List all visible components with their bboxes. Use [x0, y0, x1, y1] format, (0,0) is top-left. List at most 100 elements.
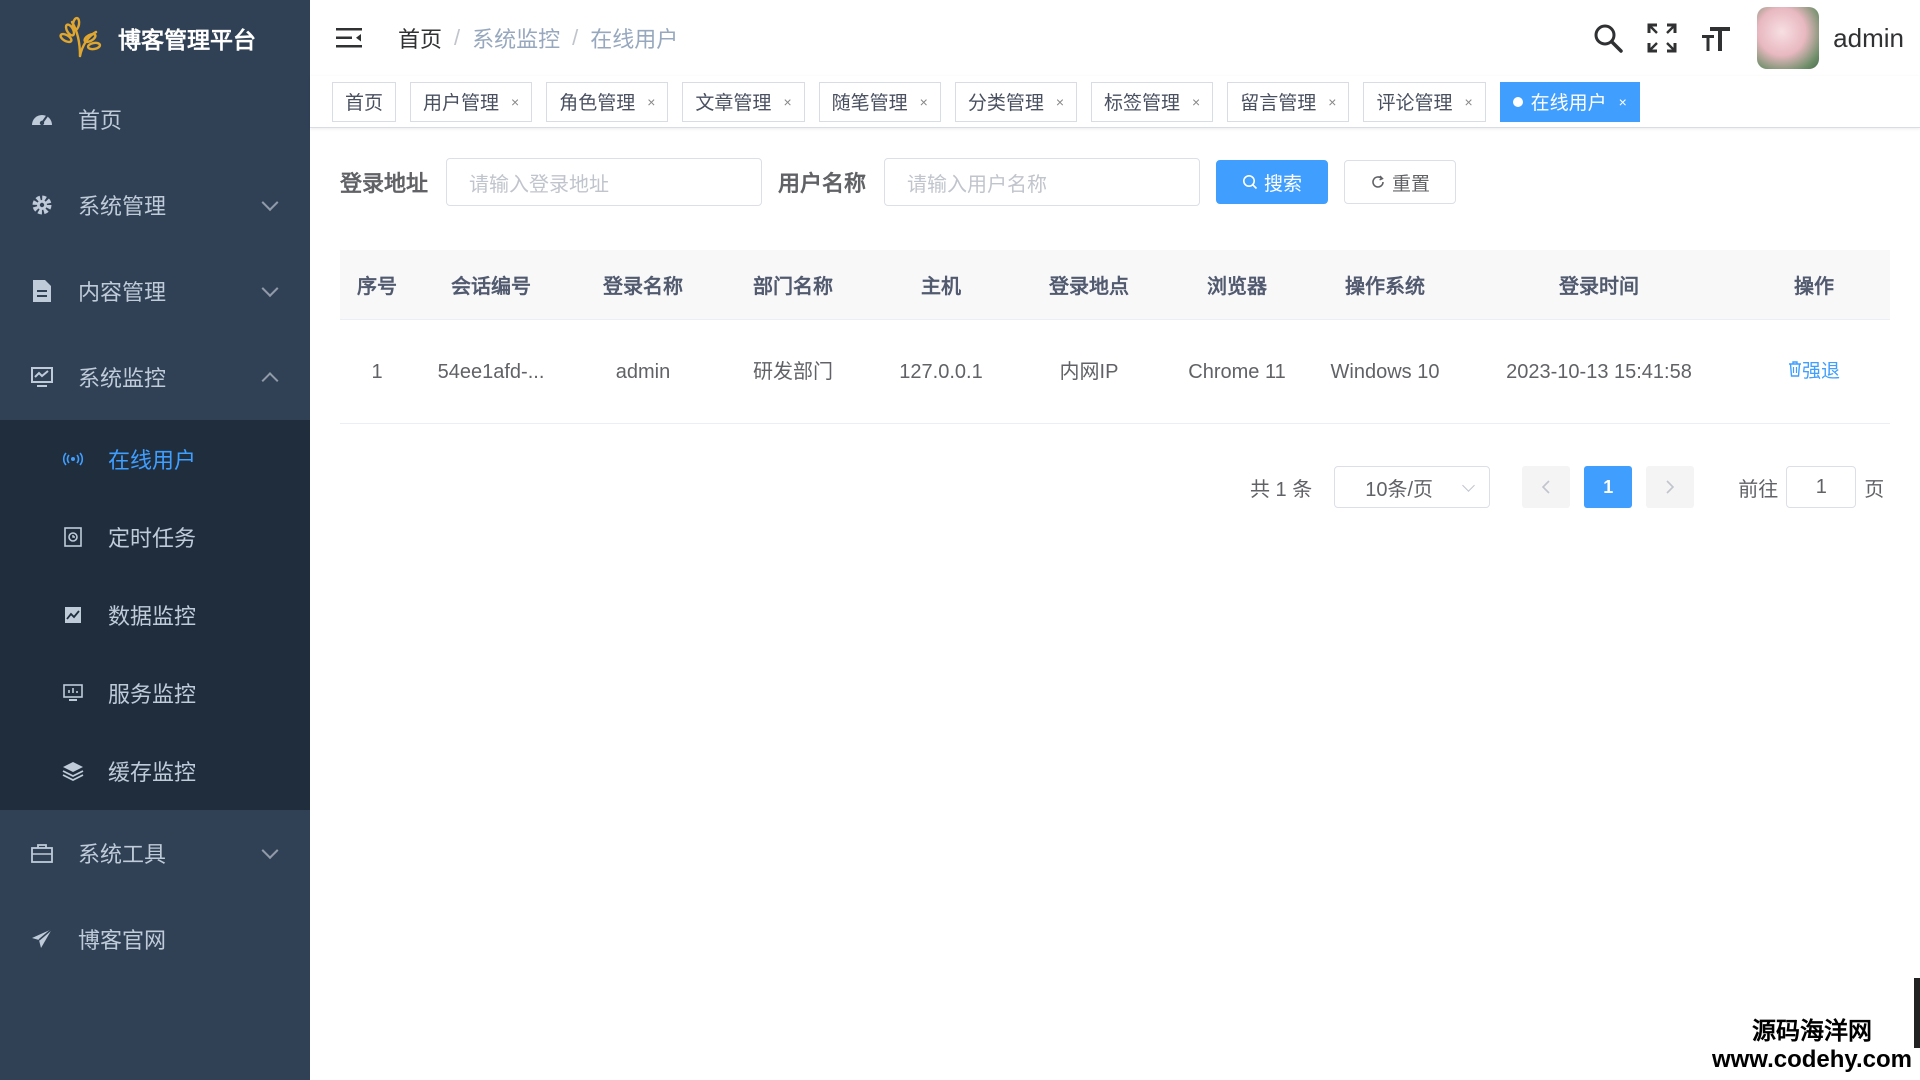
breadcrumb-monitor: 系统监控 [472, 27, 561, 52]
right-menu: admin [1591, 0, 1904, 76]
close-icon[interactable]: × [1056, 94, 1064, 110]
tag-tag-manage[interactable]: 标签管理 × [1091, 81, 1214, 122]
close-icon[interactable]: × [511, 94, 519, 110]
menu-item-label: 首页 [78, 108, 123, 133]
menu-item-system[interactable]: 系统管理 [0, 162, 310, 248]
menu-item-label: 系统监控 [78, 366, 167, 391]
next-page-button[interactable] [1646, 466, 1695, 508]
close-icon[interactable]: × [647, 94, 655, 110]
close-icon[interactable]: × [1464, 94, 1472, 110]
sub-item-label: 数据监控 [108, 604, 197, 629]
close-icon[interactable]: × [783, 94, 791, 110]
reset-button[interactable]: 重置 [1344, 160, 1457, 204]
sub-item-label: 服务监控 [108, 682, 197, 707]
cell-os-text: Windows 10 [1330, 360, 1440, 383]
tag-label: 标签管理 [1104, 93, 1181, 114]
watermark-line2: www.codehy.com [1711, 1046, 1912, 1073]
tag-role-manage[interactable]: 角色管理 × [546, 81, 669, 122]
sub-item-data-monitor[interactable]: 数据监控 [0, 576, 310, 654]
tag-label: 在线用户 [1530, 93, 1607, 114]
sidebar: 博客管理平台 首页 系统管理 内容管理 系统监控 在线用户 定时任务 数据监控 … [0, 0, 310, 1080]
close-icon[interactable]: × [920, 94, 928, 110]
chevron-right-icon [1666, 480, 1675, 494]
sub-item-server-monitor[interactable]: 服务监控 [0, 654, 310, 732]
tag-user-manage[interactable]: 用户管理 × [410, 81, 533, 122]
column-header: 序号 [357, 276, 397, 298]
tag-online-users[interactable]: 在线用户 × [1499, 81, 1640, 122]
force-logout-label: 强退 [1801, 361, 1840, 382]
search-icon [1242, 174, 1258, 190]
menu-item-monitor[interactable]: 系统监控 [0, 334, 310, 420]
tag-label: 用户管理 [423, 93, 500, 114]
prev-page-button[interactable] [1522, 466, 1571, 508]
sub-item-online-users[interactable]: 在线用户 [0, 420, 310, 498]
column-header: 浏览器 [1207, 276, 1267, 298]
username[interactable]: admin [1833, 23, 1904, 54]
tag-label: 留言管理 [1240, 93, 1317, 114]
tag-label: 评论管理 [1376, 93, 1453, 114]
menu-item-tools[interactable]: 系统工具 [0, 810, 310, 896]
timer-icon [62, 526, 84, 548]
search-form: 登录地址 请输入登录地址 用户名称 请输入用户名称 搜索 重置 [310, 158, 1920, 206]
force-logout-button[interactable]: 强退 [1788, 354, 1840, 390]
watermark-line1: 源码海洋网 [1751, 1018, 1872, 1045]
logo[interactable]: 博客管理平台 [0, 0, 310, 76]
tag-category-manage[interactable]: 分类管理 × [954, 81, 1078, 122]
username-placeholder: 请输入用户名称 [907, 173, 1048, 196]
column-header: 操作 [1794, 276, 1834, 298]
column-header: 主机 [921, 276, 961, 298]
username-label: 用户名称 [778, 171, 867, 196]
monitor-icon [28, 363, 56, 391]
page-jumper: 前往 1 页 [1738, 466, 1884, 508]
menu-item-label: 系统管理 [78, 194, 167, 219]
close-icon[interactable]: × [1192, 94, 1200, 110]
page-size-select[interactable]: 10条/页 [1334, 466, 1491, 508]
active-dot-icon [1512, 96, 1523, 107]
menu-item-label: 博客官网 [78, 928, 167, 953]
main-area: 首页 / 系统监控 / 在线用户 admin 首页 用户管理 × 角色管理 × 文章… [310, 0, 1920, 1080]
ipaddr-input[interactable]: 请输入登录地址 [446, 158, 763, 206]
chevron-down-icon [261, 842, 279, 860]
tag-home[interactable]: 首页 [332, 81, 397, 122]
watermark: 源码海洋网 www.codehy.com [1712, 1018, 1912, 1074]
menu-item-label: 内容管理 [78, 280, 167, 305]
cell-action: 强退 [1738, 353, 1890, 390]
sub-item-label: 在线用户 [108, 448, 197, 473]
breadcrumb-home[interactable]: 首页 [398, 22, 442, 54]
search-icon[interactable] [1591, 21, 1625, 55]
sub-item-label: 定时任务 [108, 526, 197, 551]
avatar[interactable] [1757, 7, 1820, 69]
tag-comment-manage[interactable]: 评论管理 × [1363, 81, 1486, 122]
close-icon[interactable]: × [1619, 94, 1627, 110]
tag-article-manage[interactable]: 文章管理 × [682, 81, 805, 122]
menu-item-content[interactable]: 内容管理 [0, 248, 310, 334]
ipaddr-placeholder: 请输入登录地址 [469, 173, 610, 196]
trash-icon [1788, 354, 1802, 390]
cell-browser: Chrome 11 [1188, 360, 1286, 383]
chevron-up-icon [261, 372, 279, 390]
search-button[interactable]: 搜索 [1216, 160, 1329, 204]
page-number-button[interactable]: 1 [1584, 466, 1633, 508]
cache-icon [62, 760, 84, 782]
username-input[interactable]: 请输入用户名称 [884, 158, 1201, 206]
tag-message-manage[interactable]: 留言管理 × [1227, 81, 1350, 122]
font-size-icon[interactable] [1699, 21, 1733, 55]
cell-os: Windows 10 [1310, 354, 1460, 390]
chevron-down-icon [261, 280, 279, 298]
menu-item-home[interactable]: 首页 [0, 76, 310, 162]
online-users-table: 序号 会话编号 登录名称 部门名称 主机 登录地点 浏览器 操作系统 登录时间 … [340, 250, 1890, 424]
online-icon [62, 448, 84, 470]
menu-item-blog-site[interactable]: 博客官网 [0, 896, 310, 982]
goto-page-input[interactable]: 1 [1786, 466, 1857, 508]
fullscreen-icon[interactable] [1645, 21, 1679, 55]
goto-prefix: 前往 [1738, 478, 1779, 501]
breadcrumb-separator: / [454, 25, 461, 50]
hamburger-icon[interactable] [334, 23, 364, 53]
chevron-down-icon [1462, 479, 1476, 492]
close-icon[interactable]: × [1328, 94, 1336, 110]
tag-essay-manage[interactable]: 随笔管理 × [818, 81, 941, 122]
column-header: 登录地点 [1049, 276, 1129, 298]
sub-item-scheduled-tasks[interactable]: 定时任务 [0, 498, 310, 576]
toolbox-icon [28, 839, 56, 867]
sub-item-cache-monitor[interactable]: 缓存监控 [0, 732, 310, 810]
